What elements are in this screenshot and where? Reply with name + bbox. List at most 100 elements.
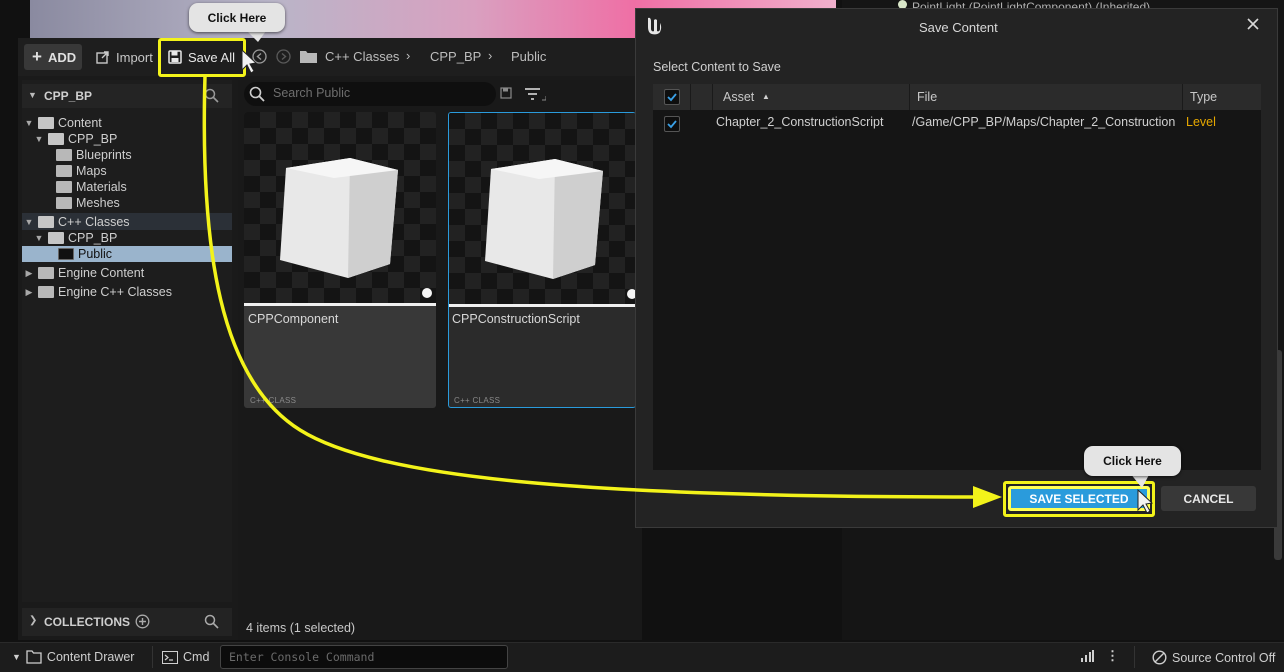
chevron-down-icon[interactable]: ▼ bbox=[34, 134, 44, 144]
content-drawer-button[interactable]: ▼ Content Drawer bbox=[12, 650, 134, 664]
asset-name: CPPComponent bbox=[248, 312, 339, 326]
chevron-down-icon[interactable]: ▼ bbox=[34, 233, 44, 243]
chevron-down-icon[interactable]: ▼ bbox=[28, 90, 37, 100]
dialog-subtitle: Select Content to Save bbox=[653, 60, 781, 74]
search-icon[interactable] bbox=[204, 614, 219, 629]
tree-item-meshes[interactable]: Meshes bbox=[56, 195, 120, 211]
asset-thumbnail bbox=[244, 112, 436, 304]
chevron-right-icon[interactable]: ▶ bbox=[24, 268, 34, 279]
chevron-down-icon[interactable]: ▼ bbox=[24, 118, 34, 128]
sources-title: CPP_BP bbox=[44, 89, 93, 103]
save-all-highlight bbox=[158, 38, 246, 77]
chevron-right-icon[interactable]: ▶ bbox=[24, 287, 34, 298]
asset-type: C++ CLASS bbox=[454, 396, 501, 405]
row-checkbox[interactable] bbox=[664, 116, 680, 132]
chevron-down-icon: ▼ bbox=[12, 652, 21, 662]
asset-name: CPPConstructionScript bbox=[452, 312, 580, 326]
tree-item-label: Materials bbox=[76, 180, 127, 194]
close-icon[interactable] bbox=[1246, 17, 1260, 31]
source-control-button[interactable]: Source Control Off bbox=[1152, 650, 1275, 665]
tree-item-cpp-bp[interactable]: ▼ CPP_BP bbox=[34, 131, 118, 147]
column-divider bbox=[909, 84, 910, 110]
folder-open-icon bbox=[38, 117, 54, 129]
column-header-asset[interactable]: Asset bbox=[723, 90, 754, 104]
source-control-label: Source Control Off bbox=[1172, 650, 1276, 665]
folder-open-icon bbox=[48, 133, 64, 145]
row-file-path: /Game/CPP_BP/Maps/Chapter_2_Construction bbox=[912, 115, 1176, 129]
tree-item-label: Meshes bbox=[76, 196, 120, 210]
add-collection-icon[interactable] bbox=[135, 614, 150, 629]
filter-icon[interactable] bbox=[524, 86, 546, 102]
folder-icon bbox=[56, 165, 72, 177]
breadcrumb-chevron-icon[interactable]: › bbox=[406, 48, 410, 63]
tree-item-label: Engine C++ Classes bbox=[58, 285, 172, 299]
tree-item-public[interactable]: Public bbox=[58, 246, 112, 262]
folder-icon bbox=[56, 149, 72, 161]
tree-item-engine-cpp-classes[interactable]: ▶ Engine C++ Classes bbox=[24, 284, 172, 300]
save-content-table bbox=[653, 84, 1261, 470]
row-type: Level bbox=[1186, 115, 1216, 129]
more-options-icon[interactable]: ⋮ bbox=[1106, 648, 1119, 664]
asset-count-status: 4 items (1 selected) bbox=[246, 621, 356, 635]
console-command-input[interactable]: Enter Console Command bbox=[220, 645, 508, 669]
tree-item-label: C++ Classes bbox=[58, 215, 130, 229]
breadcrumb-item[interactable]: CPP_BP bbox=[430, 49, 481, 64]
save-search-icon[interactable] bbox=[500, 87, 512, 99]
tree-item-maps[interactable]: Maps bbox=[56, 163, 107, 179]
divider bbox=[152, 646, 153, 668]
tree-item-content[interactable]: ▼ Content bbox=[24, 115, 102, 131]
column-divider bbox=[1182, 84, 1183, 110]
search-icon bbox=[249, 86, 265, 102]
content-drawer-icon bbox=[26, 650, 42, 664]
dialog-title: Save Content bbox=[919, 20, 998, 35]
breadcrumb-item[interactable]: Public bbox=[511, 49, 546, 64]
history-forward-icon[interactable] bbox=[276, 49, 291, 64]
source-control-off-icon bbox=[1152, 650, 1167, 665]
column-divider bbox=[690, 84, 691, 110]
tree-item-label: CPP_BP bbox=[68, 231, 118, 245]
tree-item-label: Content bbox=[58, 116, 102, 130]
content-drawer-label: Content Drawer bbox=[46, 650, 135, 664]
divider bbox=[1134, 646, 1135, 668]
cmd-label: Cmd bbox=[183, 650, 210, 664]
tree-item-label: Maps bbox=[76, 164, 107, 178]
tree-row-selected bbox=[22, 246, 232, 262]
column-header-file[interactable]: File bbox=[917, 90, 937, 104]
sort-ascending-icon[interactable]: ▲ bbox=[762, 92, 770, 101]
derived-data-icon[interactable] bbox=[1080, 650, 1094, 663]
cmd-button[interactable]: Cmd bbox=[162, 650, 209, 664]
history-back-icon[interactable] bbox=[252, 49, 267, 64]
cancel-button[interactable]: CANCEL bbox=[1161, 486, 1256, 511]
column-header-type[interactable]: Type bbox=[1190, 90, 1217, 104]
select-all-checkbox[interactable] bbox=[664, 89, 680, 105]
tree-item-blueprints[interactable]: Blueprints bbox=[56, 147, 132, 163]
search-icon[interactable] bbox=[204, 88, 219, 103]
asset-tile-selected[interactable]: CPPConstructionScript C++ CLASS bbox=[448, 112, 636, 408]
asset-status-dot bbox=[422, 288, 432, 298]
import-icon bbox=[96, 50, 110, 64]
folder-path-icon[interactable] bbox=[300, 50, 317, 63]
add-button[interactable]: + ADD bbox=[24, 44, 82, 70]
breadcrumb-item[interactable]: C++ Classes bbox=[325, 49, 399, 64]
save-selected-highlight bbox=[1003, 481, 1155, 517]
plus-icon: + bbox=[32, 47, 42, 66]
chevron-right-icon[interactable]: ❯ bbox=[29, 615, 37, 626]
import-button[interactable]: Import bbox=[88, 44, 161, 70]
class-folder-icon bbox=[58, 248, 74, 260]
tree-item-label: Blueprints bbox=[76, 148, 132, 162]
tree-item-engine-content[interactable]: ▶ Engine Content bbox=[24, 265, 145, 281]
chevron-down-icon[interactable]: ▼ bbox=[24, 217, 34, 227]
tree-item-label: Public bbox=[78, 247, 113, 261]
tree-item-cpp-classes[interactable]: ▼ C++ Classes bbox=[24, 214, 130, 230]
unreal-logo-icon bbox=[642, 14, 666, 38]
cube-icon bbox=[280, 158, 398, 278]
asset-tile[interactable]: CPPComponent C++ CLASS bbox=[244, 112, 436, 408]
asset-type-strip bbox=[244, 303, 436, 306]
tree-item-cpp-bp-classes[interactable]: ▼ CPP_BP bbox=[34, 230, 118, 246]
breadcrumb-chevron-icon[interactable]: › bbox=[488, 48, 492, 63]
click-here-bubble: Click Here bbox=[1084, 446, 1181, 476]
row-asset-name: Chapter_2_ConstructionScript bbox=[716, 115, 884, 129]
tree-item-materials[interactable]: Materials bbox=[56, 179, 127, 195]
tree-item-label: CPP_BP bbox=[68, 132, 118, 146]
import-button-label: Import bbox=[116, 49, 153, 65]
